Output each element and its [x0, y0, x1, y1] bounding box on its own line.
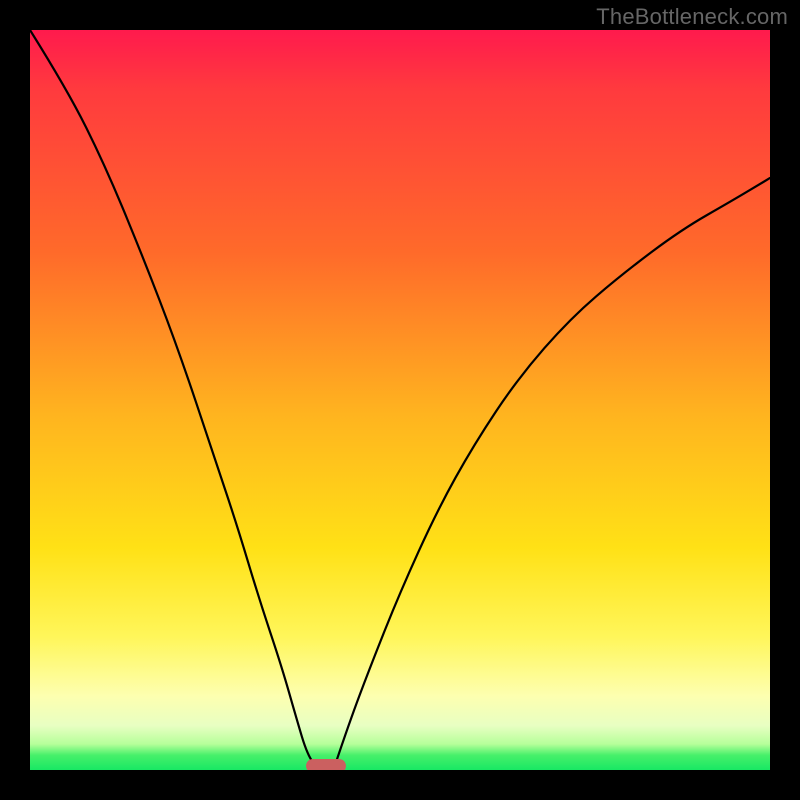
- watermark-text: TheBottleneck.com: [596, 4, 788, 30]
- curve-svg: [30, 30, 770, 770]
- plot-area: [30, 30, 770, 770]
- bottleneck-curve: [30, 30, 770, 770]
- optimal-point-marker: [306, 759, 346, 770]
- chart-frame: TheBottleneck.com: [0, 0, 800, 800]
